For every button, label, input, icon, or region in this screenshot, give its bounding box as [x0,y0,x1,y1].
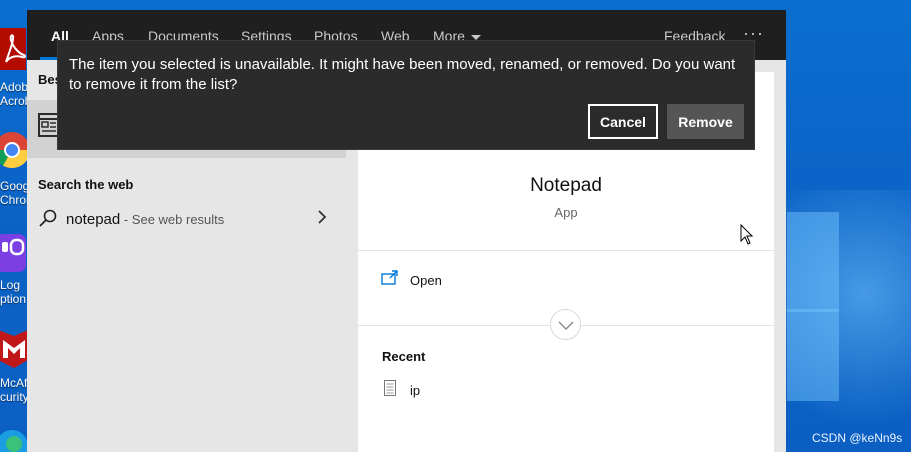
desktop-icon-label: McAf [0,376,28,390]
divider [358,250,774,251]
remove-button[interactable]: Remove [667,104,744,139]
expand-button[interactable] [550,309,581,340]
web-result-row[interactable]: notepad - See web results [27,198,346,238]
desktop-icon-label: ption [0,292,27,306]
recent-item[interactable]: ip [358,375,774,405]
mcafee-icon [0,330,28,368]
web-result-text: notepad - See web results [66,211,224,228]
open-action[interactable]: Open [358,262,774,298]
app-type: App [554,205,578,220]
dialog-message: The item you selected is unavailable. It… [69,56,736,93]
open-icon [381,270,398,285]
recent-item-label: ip [410,383,421,398]
search-the-web-heading: Search the web [38,177,134,192]
mouse-cursor-icon [740,224,754,245]
search-icon [39,209,57,227]
open-label: Open [410,273,442,288]
desktop-icon-label: curity [0,390,28,404]
desktop-icon-label: Log [0,278,21,292]
app-name: Notepad [530,175,602,196]
desktop-icon-label: Acroba [0,94,28,108]
watermark: CSDN @keNn9s [812,431,903,445]
wallpaper-logo-pane [787,212,839,312]
edge-icon [0,430,28,452]
desktop-icon-label: Goog [0,179,28,193]
acrobat-icon [0,28,27,70]
wallpaper-logo-pane [787,309,839,401]
recent-heading: Recent [382,349,426,364]
desktop-icon-label: Chron [0,193,28,207]
desktop-icon-label: Adob [0,80,28,94]
chrome-icon [0,132,28,168]
chevron-right-icon[interactable] [315,209,329,225]
logi-options-icon [0,234,26,272]
cancel-button[interactable]: Cancel [588,104,658,139]
chevron-down-icon [558,321,574,330]
web-result-subtext: - See web results [120,212,225,227]
document-icon [384,380,396,396]
desktop-icons: Adob Acroba Goog Chron Log ption [0,0,28,452]
unavailable-item-dialog: The item you selected is unavailable. It… [57,40,755,150]
web-query: notepad [66,211,121,228]
